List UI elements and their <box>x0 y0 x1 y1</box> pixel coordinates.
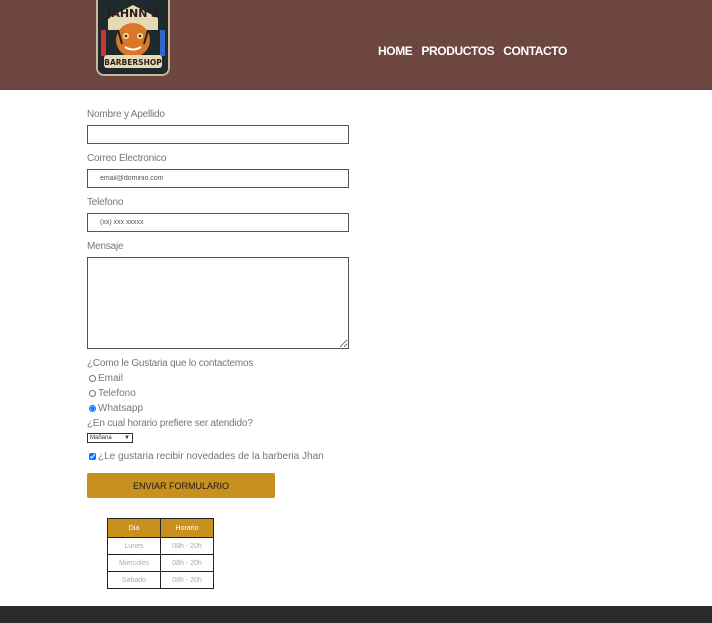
site-footer <box>0 606 712 623</box>
table-cell-hours: 08h - 20h <box>160 571 214 589</box>
email-field[interactable] <box>87 169 349 188</box>
contact-radio-phone[interactable] <box>89 390 96 397</box>
email-label: Correo Electronico <box>87 153 167 164</box>
phone-label: Telefono <box>87 197 124 208</box>
table-cell-day: Sabado <box>107 571 161 589</box>
submit-button[interactable]: ENVIAR FORMULARIO <box>87 473 275 498</box>
contact-option-phone[interactable]: Telefono <box>89 388 136 399</box>
table-cell-hours: 08h - 20h <box>160 554 214 572</box>
contact-option-whatsapp[interactable]: Whatsapp <box>89 403 143 414</box>
table-header-hours: Horario <box>160 518 214 538</box>
table-row: Sabado 08h - 20h <box>107 571 214 589</box>
contact-radio-whatsapp[interactable] <box>89 405 96 412</box>
main-nav: HOME PRODUCTOS CONTACTO <box>378 44 567 58</box>
name-field[interactable] <box>87 125 349 144</box>
phone-field[interactable] <box>87 213 349 232</box>
site-header: JAHNN'S BARBERSHOP HOME PRODUCTOS CONTAC… <box>0 0 712 90</box>
contact-question: ¿Como le Gustaria que lo contactemos <box>87 358 254 369</box>
message-textarea[interactable] <box>87 257 349 349</box>
table-cell-day: Miercoles <box>107 554 161 572</box>
newsletter-checkbox[interactable] <box>89 453 96 460</box>
table-cell-day: Lunes <box>107 537 161 555</box>
logo-text-bottom: BARBERSHOP <box>104 58 162 67</box>
schedule-question: ¿En cual horario prefiere ser atendido? <box>87 418 253 429</box>
chevron-down-icon: ▼ <box>124 435 130 441</box>
table-cell-hours: 08h - 20h <box>160 537 214 555</box>
contact-option-label: Telefono <box>98 388 136 399</box>
schedule-select[interactable]: Mañana ▼ <box>87 433 133 443</box>
nav-home-link[interactable]: HOME <box>378 44 413 58</box>
table-header-day: Dia <box>107 518 161 538</box>
schedule-selected-value: Mañana <box>90 435 112 441</box>
contact-option-label: Whatsapp <box>98 403 144 414</box>
table-row: Lunes 08h - 20h <box>107 537 214 555</box>
nav-contact-link[interactable]: CONTACTO <box>503 44 567 58</box>
contact-option-email[interactable]: Email <box>89 373 123 384</box>
nav-products-link[interactable]: PRODUCTOS <box>421 44 494 58</box>
table-row: Miercoles 08h - 20h <box>107 554 214 572</box>
contact-radio-email[interactable] <box>89 375 96 382</box>
newsletter-label: ¿Le gustaria recibir novedades de la bar… <box>98 451 324 462</box>
logo-text-top: JAHNN'S <box>106 7 159 20</box>
newsletter-option[interactable]: ¿Le gustaria recibir novedades de la bar… <box>89 451 324 462</box>
hours-table: Dia Horario Lunes 08h - 20h Miercoles 08… <box>107 518 214 589</box>
barbershop-logo[interactable]: JAHNN'S BARBERSHOP <box>96 0 170 76</box>
contact-option-label: Email <box>98 373 124 384</box>
name-label: Nombre y Apellido <box>87 109 165 120</box>
message-label: Mensaje <box>87 241 124 252</box>
